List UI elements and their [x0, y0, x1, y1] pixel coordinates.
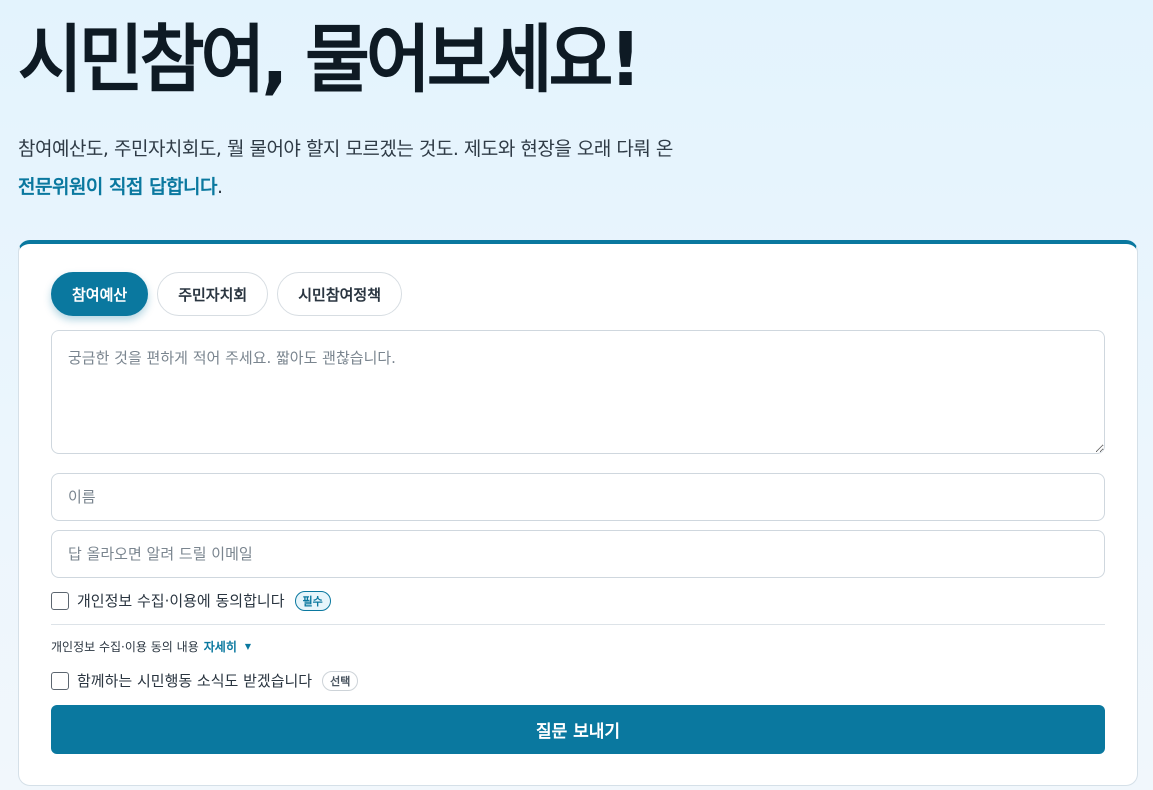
optional-badge: 선택 [322, 670, 359, 691]
question-textarea[interactable] [51, 330, 1105, 454]
newsletter-label[interactable]: 함께하는 시민행동 소식도 받겠습니다 [77, 670, 312, 691]
privacy-notice: 개인정보 수집·이용 동의 내용 자세히 ▼ [51, 638, 251, 655]
tab-participatory-budget[interactable]: 참여예산 [51, 272, 149, 316]
privacy-notice-text: 개인정보 수집·이용 동의 내용 [51, 640, 199, 654]
divider [51, 624, 1105, 625]
privacy-detail-toggle[interactable]: 자세히 ▼ [204, 638, 251, 655]
question-form-card: 참여예산 주민자치회 시민참여정책 개인정보 수집·이용에 동의합니다 필수 개… [18, 240, 1138, 786]
tab-residents-autonomy[interactable]: 주민자치회 [157, 272, 269, 316]
consent-label[interactable]: 개인정보 수집·이용에 동의합니다 [77, 590, 285, 611]
page-title: 시민참여, 물어보세요! [18, 17, 642, 103]
caret-down-icon: ▼ [244, 642, 252, 651]
submit-button[interactable]: 질문 보내기 [51, 705, 1105, 754]
newsletter-row: 함께하는 시민행동 소식도 받겠습니다 선택 [51, 670, 359, 691]
privacy-detail-label[interactable]: 자세히 [204, 638, 237, 655]
consent-checkbox[interactable] [51, 591, 69, 610]
description-text: 참여예산도, 주민자치회도, 뭘 물어야 할지 모르겠는 것도. 제도와 현장을… [18, 138, 673, 160]
topic-tabs: 참여예산 주민자치회 시민참여정책 [51, 272, 403, 316]
description-period: . [217, 176, 223, 198]
page-description: 참여예산도, 주민자치회도, 뭘 물어야 할지 모르겠는 것도. 제도와 현장을… [18, 130, 673, 206]
consent-row: 개인정보 수집·이용에 동의합니다 필수 [51, 590, 331, 611]
newsletter-checkbox[interactable] [51, 671, 69, 690]
email-field[interactable] [51, 530, 1105, 578]
name-field[interactable] [51, 473, 1105, 521]
tab-civic-participation-policy[interactable]: 시민참여정책 [277, 272, 403, 316]
required-badge: 필수 [294, 590, 331, 611]
description-emphasis: 전문위원이 직접 답합니다 [18, 176, 218, 198]
